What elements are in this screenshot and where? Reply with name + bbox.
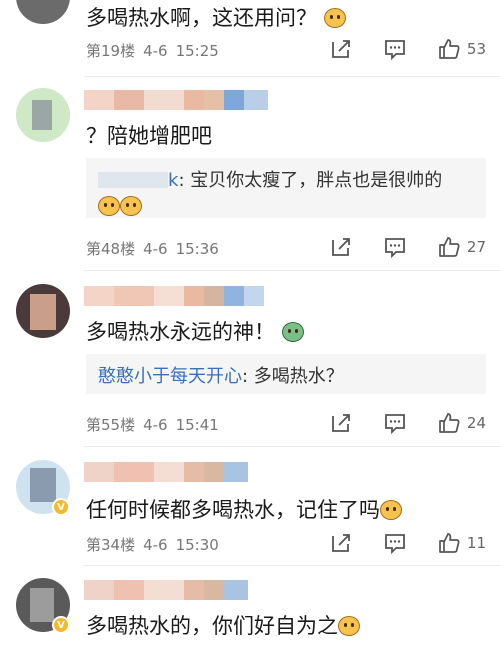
comment-meta: 第34楼 4-6 15:30 bbox=[86, 534, 227, 555]
comment-icon[interactable] bbox=[383, 411, 407, 435]
thumbs-up-icon[interactable] bbox=[437, 531, 461, 555]
quote-text: 宝贝你太瘦了，胖点也是很帅的 bbox=[190, 170, 443, 191]
thumbs-up-icon[interactable] bbox=[437, 411, 461, 435]
avatar[interactable] bbox=[16, 0, 70, 24]
comment-date: 4-6 bbox=[143, 536, 168, 554]
comment-meta: 第55楼 4-6 15:41 bbox=[86, 414, 227, 435]
comment-text: 多喝热水啊，这还用问？ bbox=[86, 2, 346, 32]
username-blurred[interactable] bbox=[84, 286, 264, 306]
comment-icon[interactable] bbox=[383, 531, 407, 555]
comment-time: 15:36 bbox=[175, 240, 219, 258]
divider bbox=[84, 565, 500, 566]
quote-text: 多喝热水？ bbox=[253, 366, 344, 387]
comment-actions: 11 bbox=[329, 531, 486, 555]
emoji-icon bbox=[338, 616, 360, 636]
comment-meta: 第48楼 4-6 15:36 bbox=[86, 238, 227, 259]
emoji-icon bbox=[120, 196, 142, 216]
share-icon[interactable] bbox=[329, 531, 353, 555]
comment-item: 多喝热水永远的神！ 憨憨小于每天开心: 多喝热水？ 第55楼 4-6 15:41 2… bbox=[0, 274, 500, 444]
comment-item: V 任何时候都多喝热水，记住了吗 第34楼 4-6 15:30 11 bbox=[0, 450, 500, 562]
quoted-reply[interactable]: 憨憨小于每天开心: 多喝热水？ bbox=[86, 354, 486, 394]
like-count: 53 bbox=[466, 40, 486, 58]
floor-number: 第55楼 bbox=[86, 416, 136, 434]
comment-date: 4-6 bbox=[143, 416, 168, 434]
comment-text: 多喝热水的，你们好自为之 bbox=[86, 610, 360, 640]
emoji-icon bbox=[281, 322, 304, 342]
floor-number: 第34楼 bbox=[86, 536, 136, 554]
username-blurred[interactable] bbox=[84, 462, 248, 482]
verified-badge-icon: V bbox=[52, 616, 70, 634]
comment-icon[interactable] bbox=[383, 235, 407, 259]
emoji-icon bbox=[323, 8, 346, 28]
comment-time: 15:25 bbox=[175, 42, 219, 60]
comment-actions: 24 bbox=[329, 411, 486, 435]
comment-item: ？陪她增肥吧 k: 宝贝你太瘦了，胖点也是很帅的 第48楼 4-6 15:36 27 bbox=[0, 80, 500, 280]
username-blurred[interactable] bbox=[84, 580, 248, 600]
thumbs-up-icon[interactable] bbox=[437, 235, 461, 259]
avatar[interactable] bbox=[16, 284, 70, 338]
quote-line: 憨憨小于每天开心: 多喝热水？ bbox=[98, 366, 344, 387]
comment-text: 多喝热水永远的神！ bbox=[86, 316, 304, 346]
quote-username[interactable]: 憨憨小于每天开心 bbox=[98, 366, 242, 387]
floor-number: 第48楼 bbox=[86, 240, 136, 258]
emoji-icon bbox=[380, 500, 402, 520]
divider bbox=[84, 446, 500, 447]
emoji-icon bbox=[98, 196, 120, 216]
comment-actions: 53 bbox=[329, 37, 486, 61]
comment-item: V 多喝热水的，你们好自为之 bbox=[0, 568, 500, 645]
username-blurred[interactable] bbox=[84, 90, 268, 110]
comment-time: 15:41 bbox=[175, 416, 219, 434]
floor-number: 第19楼 bbox=[86, 42, 136, 60]
verified-badge-icon: V bbox=[52, 498, 70, 516]
comment-text: 任何时候都多喝热水，记住了吗 bbox=[86, 494, 402, 524]
like-count: 24 bbox=[466, 414, 486, 432]
comment-time: 15:30 bbox=[175, 536, 219, 554]
quote-line: k: 宝贝你太瘦了，胖点也是很帅的 bbox=[98, 158, 474, 192]
share-icon[interactable] bbox=[329, 411, 353, 435]
quoted-reply[interactable]: k: 宝贝你太瘦了，胖点也是很帅的 bbox=[86, 158, 486, 218]
quote-username-blurred bbox=[98, 172, 168, 188]
divider bbox=[84, 270, 500, 271]
comment-icon[interactable] bbox=[383, 37, 407, 61]
share-icon[interactable] bbox=[329, 235, 353, 259]
thumbs-up-icon[interactable] bbox=[437, 37, 461, 61]
comment-date: 4-6 bbox=[143, 240, 168, 258]
avatar[interactable] bbox=[16, 88, 70, 142]
comment-text: ？陪她增肥吧 bbox=[86, 124, 212, 148]
like-count: 27 bbox=[466, 238, 486, 256]
like-count: 11 bbox=[466, 534, 486, 552]
quote-username-tail[interactable]: k bbox=[168, 170, 178, 191]
comment-meta: 第19楼 4-6 15:25 bbox=[86, 40, 227, 61]
comment-date: 4-6 bbox=[143, 42, 168, 60]
comment-item: 多喝热水啊，这还用问？ 第19楼 4-6 15:25 53 bbox=[0, 0, 500, 72]
divider bbox=[84, 76, 500, 77]
share-icon[interactable] bbox=[329, 37, 353, 61]
comment-actions: 27 bbox=[329, 235, 486, 259]
